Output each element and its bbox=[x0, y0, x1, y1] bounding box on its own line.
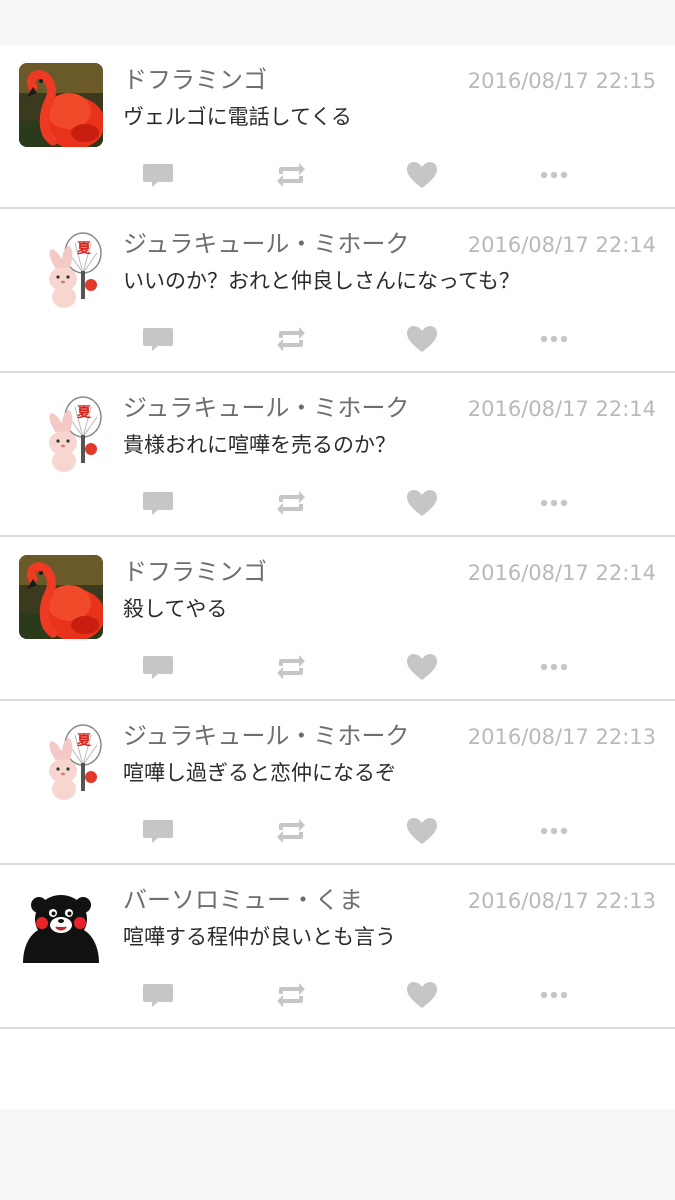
retweet-button[interactable] bbox=[271, 811, 311, 851]
rabbit-fan-avatar[interactable] bbox=[19, 391, 103, 475]
more-icon bbox=[540, 991, 568, 999]
retweet-button[interactable] bbox=[271, 319, 311, 359]
more-button[interactable] bbox=[534, 811, 574, 851]
tweet-item[interactable]: ドフラミンゴ 2016/08/17 22:14 殺してやる bbox=[0, 537, 675, 701]
tweet-text: ヴェルゴに電話してくる bbox=[123, 105, 352, 129]
like-button[interactable] bbox=[402, 811, 442, 851]
heart-icon bbox=[407, 162, 437, 188]
tweet-text: 喧嘩する程仲が良いとも言う bbox=[123, 925, 396, 949]
retweet-button[interactable] bbox=[271, 975, 311, 1015]
reply-button[interactable] bbox=[139, 483, 179, 523]
tweet-actions bbox=[0, 319, 675, 359]
reply-icon bbox=[143, 164, 173, 187]
tweet-item[interactable]: ジュラキュール・ミホーク 2016/08/17 22:14 いいのか？おれと仲良… bbox=[0, 209, 675, 373]
tweet-actions bbox=[0, 647, 675, 687]
more-button[interactable] bbox=[534, 483, 574, 523]
tweet-author-name[interactable]: ジュラキュール・ミホーク bbox=[123, 391, 409, 425]
tweet-actions bbox=[0, 975, 675, 1015]
tweet-actions bbox=[0, 155, 675, 195]
like-button[interactable] bbox=[402, 975, 442, 1015]
heart-icon bbox=[407, 326, 437, 352]
tweet-timestamp: 2016/08/17 22:14 bbox=[467, 233, 656, 257]
more-button[interactable] bbox=[534, 975, 574, 1015]
tweet-author-name[interactable]: バーソロミュー・くま bbox=[123, 883, 363, 917]
tweet-item[interactable]: ジュラキュール・ミホーク 2016/08/17 22:13 喧嘩し過ぎると恋仲に… bbox=[0, 701, 675, 865]
retweet-button[interactable] bbox=[271, 647, 311, 687]
heart-icon bbox=[407, 982, 437, 1008]
heart-icon bbox=[407, 654, 437, 680]
heart-icon bbox=[407, 818, 437, 844]
tweet-item[interactable]: ドフラミンゴ 2016/08/17 22:15 ヴェルゴに電話してくる bbox=[0, 45, 675, 209]
more-icon bbox=[540, 171, 568, 179]
more-button[interactable] bbox=[534, 319, 574, 359]
flamingo-avatar[interactable] bbox=[19, 63, 103, 147]
timeline-feed: ドフラミンゴ 2016/08/17 22:15 ヴェルゴに電話してくる ジュラキ… bbox=[0, 45, 675, 1109]
tweet-timestamp: 2016/08/17 22:13 bbox=[467, 725, 656, 749]
more-button[interactable] bbox=[534, 155, 574, 195]
more-icon bbox=[540, 827, 568, 835]
rabbit-fan-avatar[interactable] bbox=[19, 719, 103, 803]
like-button[interactable] bbox=[402, 483, 442, 523]
retweet-icon bbox=[277, 163, 305, 187]
tweet-actions bbox=[0, 811, 675, 851]
reply-button[interactable] bbox=[139, 319, 179, 359]
reply-icon bbox=[143, 328, 173, 351]
tweet-text: 殺してやる bbox=[123, 597, 228, 621]
tweet-timestamp: 2016/08/17 22:13 bbox=[467, 889, 656, 913]
tweet-text: いいのか？おれと仲良しさんになっても？ bbox=[123, 269, 520, 293]
reply-icon bbox=[143, 492, 173, 515]
tweet-timestamp: 2016/08/17 22:14 bbox=[467, 561, 656, 585]
more-icon bbox=[540, 663, 568, 671]
retweet-icon bbox=[277, 327, 305, 351]
retweet-icon bbox=[277, 819, 305, 843]
tweet-author-name[interactable]: ドフラミンゴ bbox=[123, 63, 267, 97]
reply-button[interactable] bbox=[139, 155, 179, 195]
tweet-text: 貴様おれに喧嘩を売るのか？ bbox=[123, 433, 396, 457]
flamingo-avatar[interactable] bbox=[19, 555, 103, 639]
like-button[interactable] bbox=[402, 647, 442, 687]
reply-button[interactable] bbox=[139, 811, 179, 851]
tweet-text: 喧嘩し過ぎると恋仲になるぞ bbox=[123, 761, 396, 785]
reply-button[interactable] bbox=[139, 975, 179, 1015]
tweet-item[interactable]: バーソロミュー・くま 2016/08/17 22:13 喧嘩する程仲が良いとも言… bbox=[0, 865, 675, 1029]
retweet-icon bbox=[277, 491, 305, 515]
reply-icon bbox=[143, 984, 173, 1007]
reply-icon bbox=[143, 656, 173, 679]
bear-mascot-avatar[interactable] bbox=[19, 883, 103, 967]
tweet-timestamp: 2016/08/17 22:14 bbox=[467, 397, 656, 421]
retweet-icon bbox=[277, 983, 305, 1007]
like-button[interactable] bbox=[402, 155, 442, 195]
rabbit-fan-avatar[interactable] bbox=[19, 227, 103, 311]
tweet-author-name[interactable]: ドフラミンゴ bbox=[123, 555, 267, 589]
more-button[interactable] bbox=[534, 647, 574, 687]
tweet-actions bbox=[0, 483, 675, 523]
reply-button[interactable] bbox=[139, 647, 179, 687]
more-icon bbox=[540, 499, 568, 507]
tweet-author-name[interactable]: ジュラキュール・ミホーク bbox=[123, 227, 409, 261]
retweet-button[interactable] bbox=[271, 483, 311, 523]
more-icon bbox=[540, 335, 568, 343]
tweet-timestamp: 2016/08/17 22:15 bbox=[467, 69, 656, 93]
tweet-author-name[interactable]: ジュラキュール・ミホーク bbox=[123, 719, 409, 753]
retweet-icon bbox=[277, 655, 305, 679]
reply-icon bbox=[143, 820, 173, 843]
retweet-button[interactable] bbox=[271, 155, 311, 195]
like-button[interactable] bbox=[402, 319, 442, 359]
heart-icon bbox=[407, 490, 437, 516]
tweet-item[interactable]: ジュラキュール・ミホーク 2016/08/17 22:14 貴様おれに喧嘩を売る… bbox=[0, 373, 675, 537]
